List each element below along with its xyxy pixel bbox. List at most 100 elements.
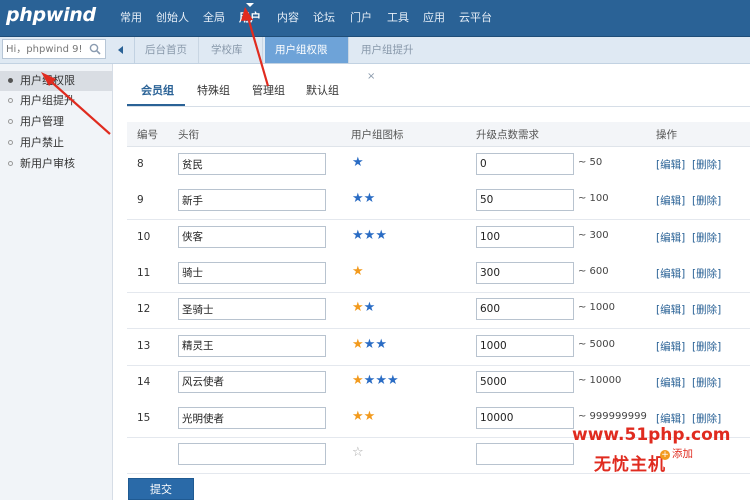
group-icon-stars: ★★	[352, 409, 375, 424]
star-icon: ★	[363, 227, 376, 243]
star-icon: ★	[363, 191, 376, 207]
search-icon[interactable]	[89, 43, 101, 55]
add-icon: +	[660, 450, 670, 460]
tab-admin-group[interactable]: 管理组	[252, 82, 285, 98]
sidebar-item-user-group-upgrade[interactable]: 用户组提升	[0, 91, 112, 111]
group-icon-stars[interactable]: ☆	[352, 445, 364, 460]
column-header-icon: 用户组图标	[351, 129, 404, 141]
edit-link[interactable]: [编辑]	[656, 230, 685, 245]
star-icon: ★	[363, 300, 376, 316]
tab-member-group[interactable]: 会员组	[141, 82, 174, 98]
delete-link[interactable]: [删除]	[692, 157, 721, 172]
new-points-required-input[interactable]	[476, 443, 574, 466]
tab-default-group[interactable]: 默认组	[306, 82, 339, 98]
edit-link[interactable]: [编辑]	[656, 193, 685, 208]
sidebar-item-user-group-permissions[interactable]: 用户组权限	[0, 71, 112, 91]
group-id: 9	[137, 194, 144, 207]
collapse-sidebar-button[interactable]	[112, 37, 135, 63]
edit-link[interactable]: [编辑]	[656, 157, 685, 172]
group-icon-stars: ★★★★	[352, 373, 399, 388]
edit-link[interactable]: [编辑]	[656, 266, 685, 281]
column-header-title: 头衔	[178, 129, 199, 141]
tab-admin-home[interactable]: 后台首页	[135, 37, 199, 63]
group-title-input[interactable]	[178, 298, 326, 321]
tab-label: 用户组提升	[361, 44, 414, 56]
edit-link[interactable]: [编辑]	[656, 375, 685, 390]
points-upper-bound: ~ 999999999	[578, 411, 647, 423]
tab-school-library[interactable]: 学校库	[201, 37, 263, 63]
submit-button[interactable]: 提交	[128, 478, 194, 500]
search-input[interactable]	[6, 42, 84, 56]
new-group-title-input[interactable]	[178, 443, 326, 466]
collapse-icon	[118, 46, 123, 54]
delete-link[interactable]: [删除]	[692, 230, 721, 245]
group-title-input[interactable]	[178, 153, 326, 175]
sidebar-item-user-ban[interactable]: 用户禁止	[0, 133, 112, 153]
nav-item-founder[interactable]: 创始人	[156, 0, 189, 36]
nav-item-tools[interactable]: 工具	[387, 0, 409, 36]
points-required-input[interactable]	[476, 370, 574, 393]
points-required-input[interactable]	[476, 261, 574, 284]
nav-item-apps[interactable]: 应用	[423, 0, 445, 36]
group-title-input[interactable]	[178, 189, 326, 212]
edit-link[interactable]: [编辑]	[656, 339, 685, 354]
star-icon: ★	[352, 227, 364, 243]
group-title-input[interactable]	[178, 225, 326, 248]
tab-bar: 后台首页 学校库 用户组权限× 用户组提升×	[0, 37, 750, 82]
group-icon-stars: ★	[352, 264, 364, 279]
bullet-icon	[8, 78, 13, 83]
column-header-id: 编号	[137, 129, 158, 141]
points-required-input[interactable]	[476, 407, 574, 430]
table-header: 编号 头衔 用户组图标 升级点数需求 操作	[127, 122, 750, 147]
nav-item-portal[interactable]: 门户	[350, 0, 372, 36]
add-link[interactable]: + 添加	[660, 446, 693, 461]
nav-item-user[interactable]: 用户	[239, 0, 261, 36]
nav-item-global[interactable]: 全局	[203, 0, 225, 36]
bullet-icon	[8, 119, 13, 124]
star-icon: ★	[352, 300, 364, 316]
delete-link[interactable]: [删除]	[692, 339, 721, 354]
points-required-input[interactable]	[476, 153, 574, 175]
edit-link[interactable]: [编辑]	[656, 302, 685, 317]
points-required-input[interactable]	[476, 225, 574, 248]
group-title-input[interactable]	[178, 370, 326, 393]
sidebar-item-user-management[interactable]: 用户管理	[0, 112, 112, 132]
add-label: 添加	[672, 448, 693, 460]
nav-item-cloud[interactable]: 云平台	[459, 0, 492, 36]
points-upper-bound: ~ 300	[578, 229, 609, 241]
delete-link[interactable]: [删除]	[692, 375, 721, 390]
nav-item-common[interactable]: 常用	[120, 0, 142, 36]
group-title-input[interactable]	[178, 334, 326, 357]
group-title-input[interactable]	[178, 407, 326, 430]
tab-user-group-permissions[interactable]: 用户组权限×	[265, 37, 349, 82]
group-id: 10	[137, 230, 151, 243]
phpwind-logo[interactable]: phpwind	[6, 4, 96, 26]
nav-item-forum[interactable]: 论坛	[313, 0, 335, 36]
tab-label: 用户组权限	[275, 44, 328, 56]
sidebar-item-new-user-review[interactable]: 新用户审核	[0, 154, 112, 174]
points-required-input[interactable]	[476, 298, 574, 321]
star-icon: ★	[363, 336, 376, 352]
points-upper-bound: ~ 100	[578, 193, 609, 205]
group-id: 8	[137, 158, 144, 170]
group-title-input[interactable]	[178, 261, 326, 284]
points-required-input[interactable]	[476, 189, 574, 212]
table-row: 12 ★★ ~ 1000 [编辑] [删除]	[127, 292, 750, 330]
group-id: 13	[137, 339, 151, 352]
tab-special-group[interactable]: 特殊组	[197, 82, 230, 98]
edit-link[interactable]: [编辑]	[656, 411, 685, 426]
delete-link[interactable]: [删除]	[692, 266, 721, 281]
star-icon: ★	[386, 372, 399, 388]
group-id: 11	[137, 266, 151, 279]
sidebar-item-label: 用户管理	[20, 115, 64, 128]
star-icon: ★	[352, 409, 364, 425]
delete-link[interactable]: [删除]	[692, 193, 721, 208]
points-required-input[interactable]	[476, 334, 574, 357]
delete-link[interactable]: [删除]	[692, 302, 721, 317]
delete-link[interactable]: [删除]	[692, 411, 721, 426]
tab-user-group-upgrade[interactable]: 用户组提升×	[351, 37, 431, 82]
nav-item-content[interactable]: 内容	[277, 0, 299, 36]
group-id: 14	[137, 375, 151, 388]
tab-label: 学校库	[211, 44, 243, 56]
star-icon: ★	[375, 336, 387, 352]
